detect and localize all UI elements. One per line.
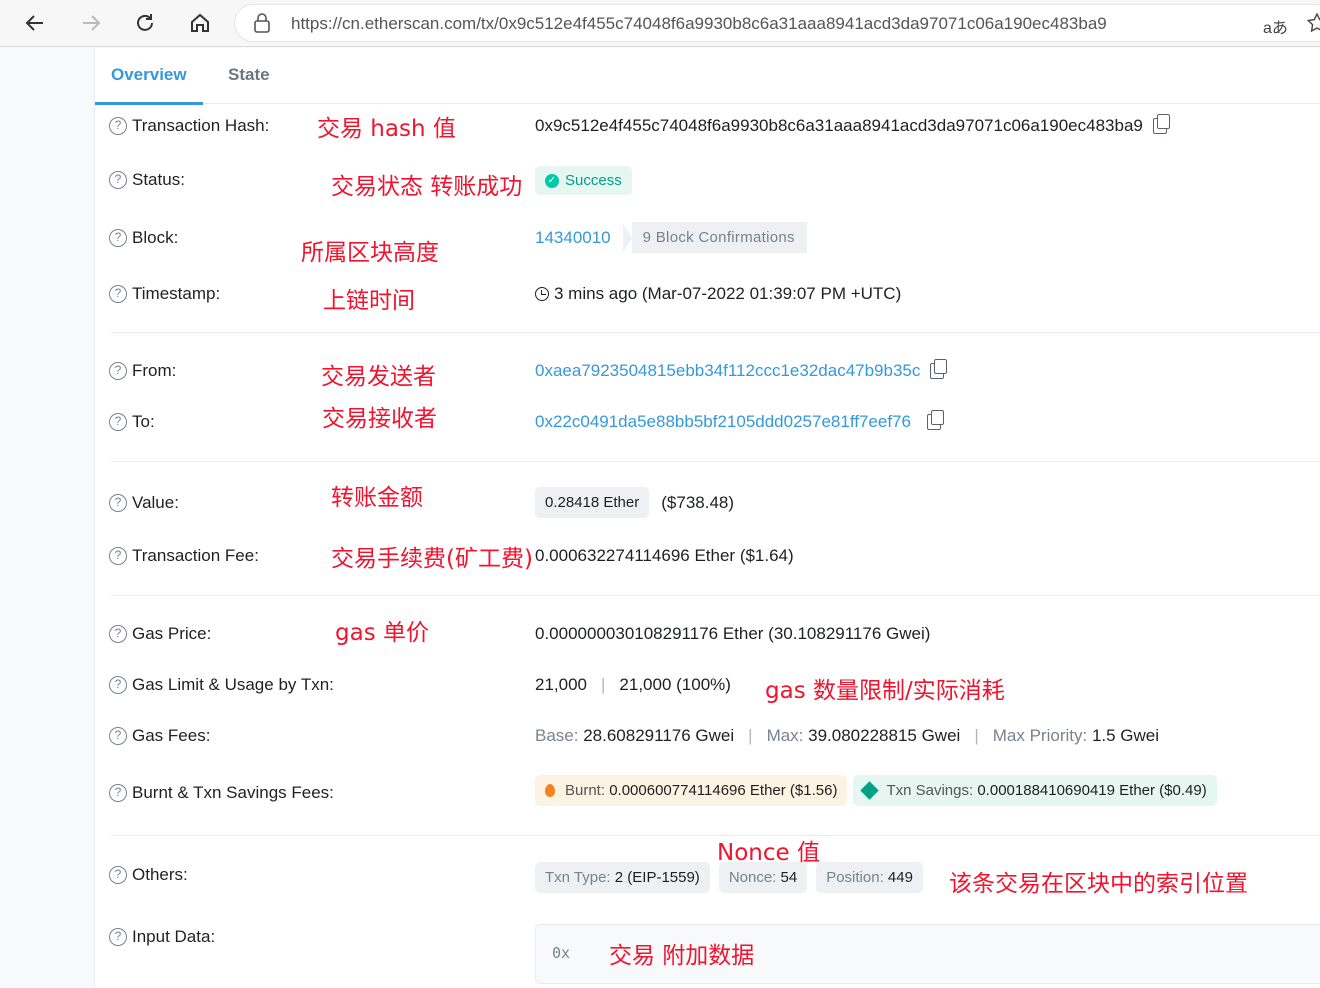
usd-amount: ($738.48) [661, 492, 735, 512]
section-divider [111, 835, 1320, 836]
forward-arrow-icon[interactable] [76, 8, 106, 38]
help-icon[interactable]: ? [109, 727, 127, 745]
annotation-timestamp: 上链时间 [323, 288, 415, 314]
help-icon[interactable]: ? [109, 866, 127, 884]
annotation-nonce: Nonce 值 [717, 840, 820, 866]
star-icon[interactable] [1306, 12, 1320, 38]
money-icon [860, 781, 880, 800]
help-icon[interactable]: ? [109, 928, 127, 946]
translate-icon[interactable]: aあ [1263, 14, 1288, 38]
to-label: ? To: [109, 412, 155, 432]
check-icon: ✓ [545, 173, 559, 188]
gas-fees-value: Base: 28.608291176 Gwei | Max: 39.0802288… [535, 726, 1160, 745]
gas-limit-label: ? Gas Limit & Usage by Txn: [109, 675, 334, 695]
value-value: 0.28418 Ether ($738.48) [535, 487, 734, 518]
lock-icon [253, 13, 271, 38]
tx-hash-value: 0x9c512e4f455c74048f6a9930b8c6a31aaa8941… [535, 114, 1170, 136]
burnt-value: Burnt: 0.000600774114696 Ether ($1.56) T… [535, 775, 1217, 806]
fee-label: ? Transaction Fee: [109, 546, 259, 566]
timestamp-value: 3 mins ago (Mar-07-2022 01:39:07 PM +UTC… [535, 284, 901, 304]
address-bar[interactable]: https://cn.etherscan.com/tx/0x9c512e4f45… [234, 4, 1320, 42]
burnt-label: ? Burnt & Txn Savings Fees: [109, 783, 334, 803]
section-divider [111, 461, 1320, 462]
home-icon[interactable] [185, 8, 215, 38]
help-icon[interactable]: ? [109, 784, 127, 802]
from-label: ? From: [109, 361, 176, 381]
annotation-position: 该条交易在区块中的索引位置 [949, 871, 1248, 897]
help-icon[interactable]: ? [109, 494, 127, 512]
copy-icon[interactable] [1152, 114, 1170, 134]
active-tab-indicator [95, 102, 203, 105]
gas-limit-value: 21,000 | 21,000 (100%) [535, 675, 731, 694]
status-label: ? Status: [109, 170, 185, 190]
txn-type-badge: Txn Type: 2 (EIP-1559) [535, 862, 710, 893]
copy-icon[interactable] [930, 359, 948, 379]
savings-badge: Txn Savings: 0.000188410690419 Ether ($0… [853, 775, 1217, 806]
copy-icon[interactable] [926, 410, 944, 430]
help-icon[interactable]: ? [109, 676, 127, 694]
url-text: https://cn.etherscan.com/tx/0x9c512e4f45… [291, 14, 1107, 33]
block-label: ? Block: [109, 228, 178, 248]
annotation-to: 交易接收者 [322, 406, 437, 432]
annotation-status: 交易状态 转账成功 [331, 174, 523, 200]
annotation-fee: 交易手续费(矿工费) [331, 546, 533, 572]
page-body: Overview State ? Transaction Hash: 0x9c51… [0, 48, 1320, 988]
tx-hash-label: ? Transaction Hash: [109, 116, 269, 136]
transaction-card: Overview State ? Transaction Hash: 0x9c51… [94, 48, 1320, 988]
status-badge: ✓ Success [535, 166, 632, 195]
annotation-from: 交易发送者 [321, 364, 436, 390]
annotation-value: 转账金额 [331, 485, 423, 511]
reload-icon[interactable] [130, 8, 160, 38]
browser-toolbar: https://cn.etherscan.com/tx/0x9c512e4f45… [0, 0, 1320, 47]
to-value: 0x22c0491da5e88bb5bf2105ddd0257e81ff7eef… [535, 410, 944, 432]
help-icon[interactable]: ? [109, 171, 127, 189]
tab-state[interactable]: State [228, 65, 270, 85]
gas-fees-label: ? Gas Fees: [109, 726, 210, 746]
annotation-input: 交易 附加数据 [609, 943, 755, 969]
timestamp-label: ? Timestamp: [109, 284, 220, 304]
help-icon[interactable]: ? [109, 547, 127, 565]
back-arrow-icon[interactable] [20, 8, 50, 38]
annotation-gas-limit: gas 数量限制/实际消耗 [765, 678, 1005, 704]
help-icon[interactable]: ? [109, 362, 127, 380]
position-badge: Position: 449 [816, 862, 923, 893]
section-divider [111, 332, 1320, 333]
clock-icon [535, 287, 549, 301]
fire-icon [545, 784, 555, 797]
tab-overview[interactable]: Overview [111, 65, 187, 85]
burnt-badge: Burnt: 0.000600774114696 Ether ($1.56) [535, 775, 848, 806]
annotation-gas-price: gas 单价 [335, 620, 429, 646]
help-icon[interactable]: ? [109, 117, 127, 135]
status-value: ✓ Success [535, 166, 632, 195]
from-value: 0xaea7923504815ebb34f112ccc1e32dac47b9b3… [535, 359, 948, 381]
help-icon[interactable]: ? [109, 625, 127, 643]
block-value: 14340010 9 Block Confirmations [535, 222, 807, 254]
annotation-block: 所属区块高度 [301, 240, 439, 266]
confirmations-badge: 9 Block Confirmations [621, 222, 807, 254]
fee-value: 0.000632274114696 Ether ($1.64) [535, 546, 794, 565]
gas-price-label: ? Gas Price: [109, 624, 211, 644]
tab-bar: Overview State [95, 48, 1320, 105]
ether-amount-badge: 0.28418 Ether [535, 487, 650, 518]
from-address-link[interactable]: 0xaea7923504815ebb34f112ccc1e32dac47b9b3… [535, 361, 920, 381]
value-label: ? Value: [109, 493, 179, 513]
help-icon[interactable]: ? [109, 413, 127, 431]
help-icon[interactable]: ? [109, 285, 127, 303]
annotation-tx-hash: 交易 hash 值 [317, 116, 456, 142]
help-icon[interactable]: ? [109, 229, 127, 247]
gas-price-value: 0.000000030108291176 Ether (30.108291176… [535, 624, 931, 643]
section-divider [111, 595, 1320, 596]
to-address-link[interactable]: 0x22c0491da5e88bb5bf2105ddd0257e81ff7eef… [535, 412, 911, 432]
block-number-link[interactable]: 14340010 [535, 228, 611, 248]
others-label: ? Others: [109, 865, 188, 885]
input-data-label: ? Input Data: [109, 927, 215, 947]
